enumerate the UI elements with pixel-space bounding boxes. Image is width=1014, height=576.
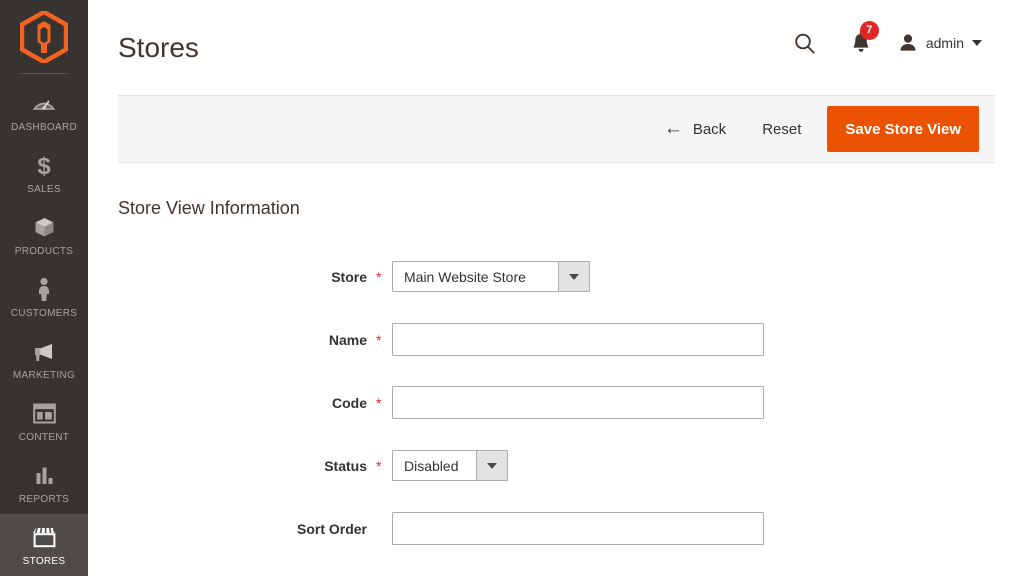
field-control: Disabled	[392, 450, 508, 481]
bar-chart-icon	[33, 463, 56, 489]
search-icon	[793, 32, 816, 55]
chevron-down-icon[interactable]	[558, 262, 589, 291]
notification-count-badge: 7	[860, 21, 879, 40]
back-button-label: Back	[693, 121, 726, 138]
user-avatar-icon	[897, 32, 919, 54]
field-label-cell: Status *	[88, 458, 392, 474]
field-control	[392, 512, 764, 545]
store-view-form: Store * Main Website Store Name *	[88, 250, 1014, 565]
header-actions: 7 admin	[785, 26, 982, 60]
sidebar-divider	[21, 73, 67, 74]
sidebar-item-label: MARKETING	[13, 370, 75, 381]
arrow-left-icon: ←	[664, 121, 683, 137]
section-title: Store View Information	[118, 198, 300, 219]
field-label-name: Name	[329, 332, 367, 348]
sidebar-item-reports[interactable]: REPORTS	[0, 452, 88, 514]
sidebar-item-customers[interactable]: CUSTOMERS	[0, 266, 88, 328]
back-button[interactable]: ← Back	[664, 121, 726, 138]
field-control: Main Website Store	[392, 261, 590, 292]
sidebar-item-label: STORES	[23, 556, 66, 567]
field-label-status: Status	[324, 458, 367, 474]
admin-page: DASHBOARD $ SALES PRODUCTS	[0, 0, 1014, 576]
field-control	[392, 386, 764, 419]
field-label-cell: Code *	[88, 395, 392, 411]
field-row-name: Name *	[88, 313, 1014, 366]
store-select-value: Main Website Store	[393, 262, 558, 291]
sidebar-nav: DASHBOARD $ SALES PRODUCTS	[0, 0, 88, 576]
required-asterisk: *	[376, 458, 384, 474]
person-icon	[34, 277, 54, 303]
sidebar-item-sales[interactable]: $ SALES	[0, 142, 88, 204]
main-content: Stores 7	[88, 0, 1014, 576]
search-button[interactable]	[785, 26, 825, 60]
layout-grid-icon	[33, 401, 56, 427]
megaphone-icon	[31, 339, 57, 365]
page-actions-toolbar: ← Back Reset Save Store View	[118, 95, 995, 163]
page-title: Stores	[118, 28, 199, 68]
required-asterisk: *	[376, 332, 384, 348]
notifications-button[interactable]: 7	[839, 26, 883, 60]
required-asterisk: *	[376, 269, 384, 285]
page-header: Stores 7	[88, 0, 1014, 86]
sort-order-input[interactable]	[392, 512, 764, 545]
name-input[interactable]	[392, 323, 764, 356]
reset-button[interactable]: Reset	[762, 121, 801, 138]
field-control	[392, 323, 764, 356]
save-store-view-button[interactable]: Save Store View	[827, 106, 979, 152]
dashboard-gauge-icon	[32, 91, 56, 117]
sidebar-item-label: REPORTS	[19, 494, 69, 505]
sidebar-item-marketing[interactable]: MARKETING	[0, 328, 88, 390]
status-select[interactable]: Disabled	[392, 450, 508, 481]
chevron-down-icon[interactable]	[476, 451, 507, 480]
chevron-down-icon	[972, 40, 982, 46]
field-label-cell: Sort Order *	[88, 521, 392, 537]
sidebar-item-label: DASHBOARD	[11, 122, 77, 133]
admin-user-menu[interactable]: admin	[897, 32, 982, 54]
field-row-store: Store * Main Website Store	[88, 250, 1014, 303]
required-asterisk: *	[376, 395, 384, 411]
magento-logo-icon	[20, 11, 68, 63]
svg-text:$: $	[37, 153, 51, 179]
admin-user-name: admin	[926, 35, 964, 51]
field-row-sort-order: Sort Order *	[88, 502, 1014, 555]
sidebar-item-label: CONTENT	[19, 432, 69, 443]
field-label-store: Store	[331, 269, 367, 285]
field-label-sort-order: Sort Order	[297, 521, 367, 537]
sidebar-item-products[interactable]: PRODUCTS	[0, 204, 88, 266]
sidebar-item-label: CUSTOMERS	[11, 308, 77, 319]
status-select-value: Disabled	[393, 451, 476, 480]
sidebar-item-label: PRODUCTS	[15, 246, 74, 257]
sidebar-item-content[interactable]: CONTENT	[0, 390, 88, 452]
magento-logo[interactable]	[0, 0, 88, 73]
sidebar-item-dashboard[interactable]: DASHBOARD	[0, 80, 88, 142]
field-row-status: Status * Disabled	[88, 439, 1014, 492]
field-label-cell: Name *	[88, 332, 392, 348]
storefront-icon	[31, 525, 58, 551]
sidebar-item-stores[interactable]: STORES	[0, 514, 88, 576]
field-row-code: Code *	[88, 376, 1014, 429]
sidebar-item-label: SALES	[27, 184, 61, 195]
dollar-sign-icon: $	[32, 153, 56, 179]
field-label-cell: Store *	[88, 269, 392, 285]
code-input[interactable]	[392, 386, 764, 419]
field-label-code: Code	[332, 395, 367, 411]
store-select[interactable]: Main Website Store	[392, 261, 590, 292]
box-icon	[32, 215, 57, 241]
